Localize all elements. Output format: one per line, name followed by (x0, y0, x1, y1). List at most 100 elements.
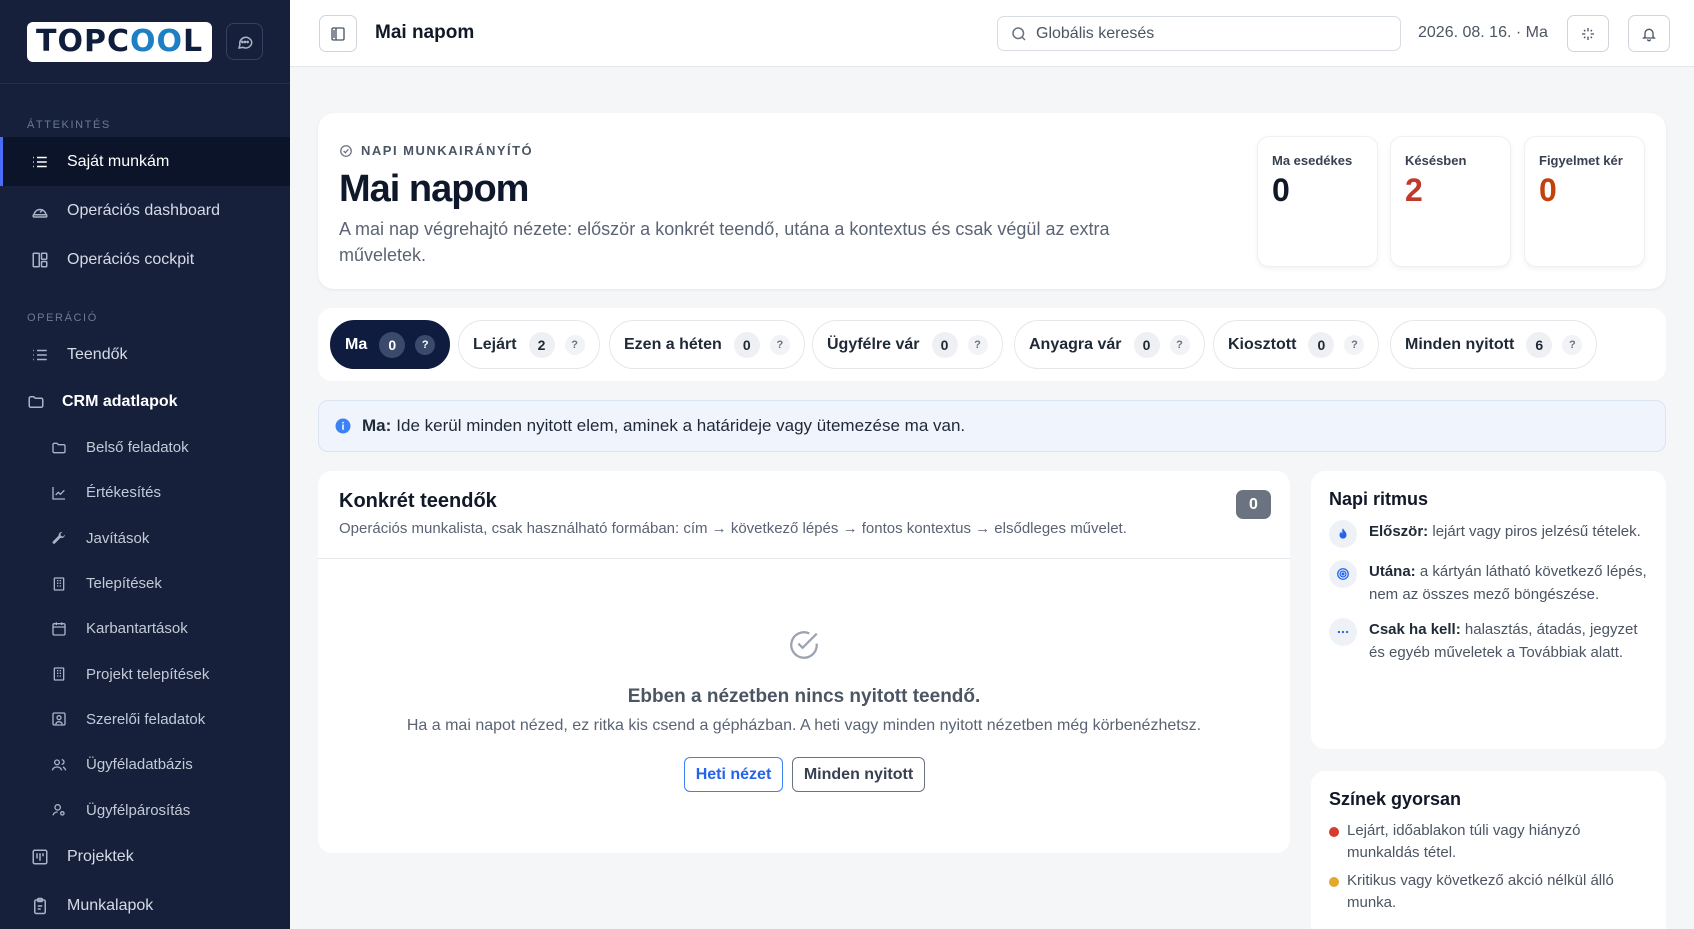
target-icon (1329, 560, 1357, 588)
stat-label: Késésben (1405, 153, 1467, 168)
rhythm-item-first: Először: lejárt vagy piros jelzésű tétel… (1329, 520, 1648, 548)
sparkle-icon (1582, 27, 1594, 40)
tab-label: Anyagra vár (1029, 335, 1122, 353)
tab-label: Ma (345, 335, 368, 353)
tab-label: Minden nyitott (1405, 335, 1515, 353)
red-dot-icon (1329, 827, 1339, 837)
sidebar-group-label: CRM adatlapok (62, 393, 178, 410)
sidebar-item-projekt-telepitesek[interactable]: Projekt telepítések (0, 651, 290, 696)
tab-count: 0 (1133, 331, 1160, 358)
sidebar-item-label: Projekt telepítések (86, 665, 210, 683)
search-placeholder: Globális keresés (1036, 24, 1155, 42)
tab-kiosztott[interactable]: Kiosztott 0 ? (1213, 320, 1380, 369)
folder-open-icon (26, 392, 46, 412)
help-icon[interactable]: ? (1562, 334, 1583, 355)
stat-value: 0 (1539, 172, 1557, 208)
notifications-button[interactable] (1628, 15, 1670, 52)
hero-kicker-text: NAPI MUNKAIRÁNYÍTÓ (361, 143, 534, 158)
colors-legend-card: Színek gyorsan Lejárt, időablakon túli v… (1311, 771, 1666, 929)
user-cog-icon (50, 801, 68, 819)
hero-card: NAPI MUNKAIRÁNYÍTÓ Mai napom A mai nap v… (318, 113, 1666, 289)
users-icon (50, 756, 68, 774)
sidebar-item-ugyfelparositas[interactable]: Ügyfélpárosítás (0, 787, 290, 832)
logo-text-right: L (183, 24, 204, 59)
sidebar-group-crm[interactable]: CRM adatlapok (0, 379, 290, 425)
sidebar-item-label: Saját munkám (67, 152, 170, 170)
info-text: Ide kerül minden nyitott elem, aminek a … (396, 416, 966, 435)
topbar: Mai napom Globális keresés 2026. 08. 16.… (290, 0, 1694, 67)
tasks-panel-title: Konkrét teendők (339, 490, 497, 512)
help-icon[interactable]: ? (564, 334, 585, 355)
sidebar-item-belso-feladatok[interactable]: Belső feladatok (0, 425, 290, 470)
rhythm-item-if-needed: Csak ha kell: halasztás, átadás, jegyzet… (1329, 618, 1648, 664)
daily-rhythm-card: Napi ritmus Először: lejárt vagy piros j… (1311, 471, 1666, 749)
panel-left-icon (331, 26, 345, 41)
check-circle-icon (339, 144, 353, 158)
section-label-overview: ÁTTEKINTÉS (27, 119, 111, 131)
weekly-view-button[interactable]: Heti nézet (684, 757, 783, 792)
info-icon (334, 417, 352, 435)
rhythm-strong: Csak ha kell: (1369, 621, 1461, 638)
sidebar-item-sajat-munkam[interactable]: Saját munkám (0, 137, 290, 186)
help-icon[interactable]: ? (769, 334, 790, 355)
sidebar-item-label: Karbantartások (86, 620, 188, 638)
list-icon (30, 152, 50, 172)
sidebar-item-karbantartasok[interactable]: Karbantartások (0, 606, 290, 651)
tab-ma[interactable]: Ma 0 ? (330, 320, 451, 369)
sidebar-item-szereloi-feladatok[interactable]: Szerelői feladatok (0, 697, 290, 742)
sidebar-item-munkalapok[interactable]: Munkalapok (0, 882, 290, 929)
filter-tabs: Ma 0 ? Lejárt 2 ? Ezen a héten 0 ? Ügyfé… (318, 308, 1666, 381)
sidebar-item-projektek[interactable]: Projektek (0, 833, 290, 882)
all-open-button[interactable]: Minden nyitott (792, 757, 925, 792)
sidebar-item-label: Értékesítés (86, 484, 162, 502)
page-title: Mai napom (375, 22, 475, 43)
help-icon[interactable]: ? (1344, 334, 1365, 355)
help-icon[interactable]: ? (415, 334, 436, 355)
tab-lejart[interactable]: Lejárt 2 ? (458, 320, 600, 369)
flame-icon (1329, 520, 1357, 548)
sidebar-toggle-button[interactable] (319, 15, 357, 52)
tab-anyagra-var[interactable]: Anyagra vár 0 ? (1014, 320, 1205, 369)
tab-label: Ezen a héten (624, 335, 722, 353)
rhythm-strong: Először: (1369, 523, 1429, 540)
color-legend-item: Kritikus vagy következő akció nélkül áll… (1329, 870, 1648, 914)
stat-label: Figyelmet kér (1539, 153, 1623, 168)
kanban-icon (30, 847, 50, 867)
sidebar-item-ertekesites[interactable]: Értékesítés (0, 470, 290, 515)
help-icon[interactable]: ? (967, 334, 988, 355)
rhythm-text: lejárt vagy piros jelzésű tételek. (1432, 523, 1641, 540)
sidebar-item-ugyfeladatbazis[interactable]: Ügyféladatbázis (0, 742, 290, 787)
tab-label: Kiosztott (1228, 335, 1297, 353)
ai-sparkle-button[interactable] (1567, 15, 1609, 52)
sidebar-item-label: Projektek (67, 848, 134, 866)
sidebar-item-label: Ügyféladatbázis (86, 756, 193, 774)
sidebar-item-teendok[interactable]: Teendők (0, 330, 290, 379)
tab-ugyfelre-var[interactable]: Ügyfélre vár 0 ? (812, 320, 1003, 369)
logo-text-oo: OO (130, 24, 184, 59)
tasks-panel: Konkrét teendők Operációs munkalista, cs… (318, 471, 1290, 853)
stat-card-overdue[interactable]: Késésben 2 (1390, 136, 1511, 267)
sidebar-item-label: Teendők (67, 345, 128, 363)
sidebar-item-label: Belső feladatok (86, 439, 189, 457)
help-icon[interactable]: ? (1169, 334, 1190, 355)
sidebar-item-label: Javítások (86, 529, 150, 547)
sidebar-item-operacios-dashboard[interactable]: Operációs dashboard (0, 186, 290, 235)
current-date: 2026. 08. 16. · Ma (1418, 24, 1548, 41)
stat-card-attention[interactable]: Figyelmet kér 0 (1524, 136, 1645, 267)
tab-count: 0 (1308, 331, 1335, 358)
sidebar-item-telepitesek[interactable]: Telepítések (0, 561, 290, 606)
topcool-logo[interactable]: TOPC OO L (27, 21, 213, 62)
chat-button[interactable] (226, 23, 263, 60)
sidebar-item-javitasok[interactable]: Javítások (0, 516, 290, 561)
sidebar-item-label: Ügyfélpárosítás (86, 801, 191, 819)
stat-value: 2 (1405, 172, 1423, 208)
tab-ezen-a-heten[interactable]: Ezen a héten 0 ? (609, 320, 805, 369)
stat-label: Ma esedékes (1272, 153, 1353, 168)
stat-card-due-today[interactable]: Ma esedékes 0 (1257, 136, 1378, 267)
tab-minden-nyitott[interactable]: Minden nyitott 6 ? (1390, 320, 1598, 369)
rhythm-item-next: Utána: a kártyán látható következő lépés… (1329, 560, 1648, 606)
search-input[interactable]: Globális keresés (997, 16, 1401, 51)
tab-count: 0 (379, 331, 406, 358)
tasks-panel-header: Konkrét teendők Operációs munkalista, cs… (318, 471, 1290, 559)
sidebar-item-operacios-cockpit[interactable]: Operációs cockpit (0, 235, 290, 284)
